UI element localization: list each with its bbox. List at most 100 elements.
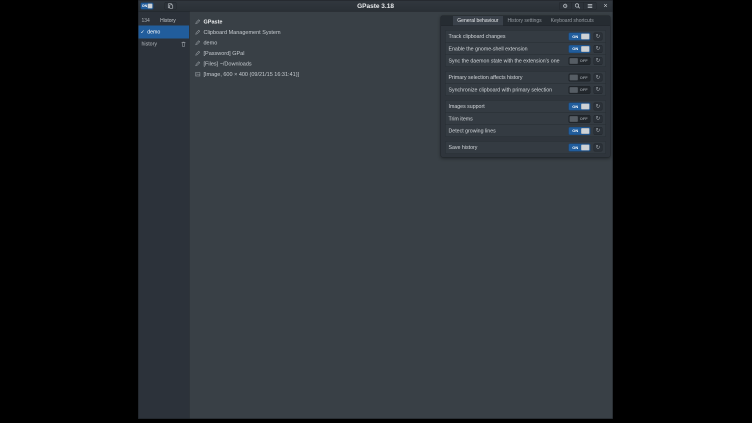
clipboard-item-text: demo — [204, 40, 218, 46]
settings-body: Track clipboard changes ON ↻ Enable the … — [441, 26, 610, 158]
tab-general-behaviour[interactable]: General behaviour — [453, 16, 503, 26]
toggle-switch[interactable]: ON — [569, 127, 591, 135]
history-item-count: 134 — [142, 18, 150, 24]
clipboard-item[interactable]: demo — [190, 38, 440, 49]
reset-button[interactable]: ↻ — [594, 115, 603, 123]
reset-button[interactable]: ↻ — [594, 57, 603, 65]
history-list-item-history[interactable]: history — [139, 39, 190, 50]
delete-history-button[interactable] — [181, 41, 186, 47]
edit-icon — [195, 61, 201, 67]
copy-paste-button[interactable] — [165, 2, 177, 10]
reset-icon: ↻ — [596, 46, 601, 52]
toggle-state-label: OFF — [578, 88, 590, 93]
setting-label: Enable the gnome-shell extension — [449, 46, 569, 52]
search-button[interactable] — [572, 2, 585, 10]
toggle-state-label: ON — [570, 145, 582, 150]
switch-handle — [581, 34, 590, 40]
toggle-state-label: OFF — [578, 117, 590, 122]
switch-handle — [570, 58, 579, 64]
reset-button[interactable]: ↻ — [594, 103, 603, 111]
header-left: ON — [141, 2, 177, 10]
setting-label: Synchronize clipboard with primary selec… — [449, 87, 569, 93]
trash-icon — [181, 41, 186, 47]
toggle-switch[interactable]: OFF — [569, 57, 591, 65]
clipboard-item[interactable]: [Image, 600 × 400 (09/21/15 16:31:41)] — [190, 69, 440, 80]
toggle-state-label: ON — [570, 104, 582, 109]
clipboard-item[interactable]: [Password] GPal — [190, 48, 440, 59]
setting-label: Detect growing lines — [449, 128, 569, 134]
switch-handle — [581, 128, 590, 134]
settings-row: Save history ON ↻ — [446, 142, 606, 154]
toggle-switch[interactable]: ON — [569, 45, 591, 53]
reset-icon: ↻ — [596, 104, 601, 110]
menu-button[interactable] — [584, 2, 597, 10]
settings-row: Trim items OFF ↻ — [446, 113, 606, 125]
clipboard-item[interactable]: [Files] ~/Downloads — [190, 59, 440, 70]
setting-label: Track clipboard changes — [449, 34, 569, 40]
toggle-switch[interactable]: ON — [569, 103, 591, 111]
reset-button[interactable]: ↻ — [594, 144, 603, 152]
toggle-state-label: ON — [570, 129, 582, 134]
tab-keyboard-shortcuts[interactable]: Keyboard shortcuts — [546, 16, 598, 26]
settings-row: Track clipboard changes ON ↻ — [446, 31, 606, 43]
toggle-switch[interactable]: OFF — [569, 115, 591, 123]
history-name: History — [150, 18, 186, 24]
reset-icon: ↻ — [596, 116, 601, 122]
history-name: demo — [147, 29, 187, 35]
history-list-item-default[interactable]: 134 History — [139, 16, 190, 26]
image-icon — [195, 72, 201, 78]
menu-icon — [587, 3, 593, 9]
clipboard-item-text: Clipboard Management System — [204, 29, 281, 35]
reset-icon: ↻ — [596, 58, 601, 64]
clipboard-item-text: [Password] GPal — [204, 50, 245, 56]
settings-row: Detect growing lines ON ↻ — [446, 125, 606, 137]
clipboard-item[interactable]: Clipboard Management System — [190, 27, 440, 38]
edit-icon — [195, 30, 201, 36]
toggle-switch[interactable]: ON — [569, 33, 591, 41]
toggle-switch[interactable]: OFF — [569, 74, 591, 82]
reset-button[interactable]: ↻ — [594, 127, 603, 135]
reset-icon: ↻ — [596, 87, 601, 93]
settings-button[interactable]: ⚙ — [559, 2, 572, 10]
settings-row: Synchronize clipboard with primary selec… — [446, 84, 606, 96]
toggle-switch[interactable]: OFF — [569, 86, 591, 94]
edit-icon — [195, 40, 201, 46]
setting-label: Save history — [449, 145, 569, 151]
settings-row: Primary selection affects history OFF ↻ — [446, 72, 606, 84]
switch-handle — [570, 87, 579, 93]
switch-handle — [581, 46, 590, 52]
toggle-state-label: ON — [570, 34, 582, 39]
window-title: GPaste 3.18 — [357, 1, 394, 12]
toggle-switch[interactable]: ON — [569, 144, 591, 152]
reset-button[interactable]: ↻ — [594, 74, 603, 82]
reset-icon: ↻ — [596, 34, 601, 40]
setting-label: Images support — [449, 104, 569, 110]
header-button-group: ⚙ — [559, 2, 597, 10]
clipboard-item[interactable]: GPaste — [190, 17, 440, 28]
setting-label: Primary selection affects history — [449, 75, 569, 81]
close-button[interactable]: × — [602, 2, 610, 11]
reset-icon: ↻ — [596, 145, 601, 151]
daemon-switch[interactable]: ON — [141, 3, 154, 10]
toggle-state-label: ON — [570, 47, 582, 52]
tab-history-settings[interactable]: History settings — [503, 16, 546, 26]
search-icon — [575, 3, 581, 9]
history-list-item-demo[interactable]: ✓ demo — [139, 26, 190, 39]
settings-row: Images support ON ↻ — [446, 101, 606, 113]
switch-handle — [581, 104, 590, 110]
reset-icon: ↻ — [596, 128, 601, 134]
switch-handle — [148, 4, 153, 9]
toggle-state-label: OFF — [578, 59, 590, 64]
settings-row: Sync the daemon state with the extension… — [446, 55, 606, 67]
settings-row: Enable the gnome-shell extension ON ↻ — [446, 43, 606, 55]
reset-icon: ↻ — [596, 75, 601, 81]
reset-button[interactable]: ↻ — [594, 33, 603, 41]
desktop: ON GPaste 3.18 ⚙ — [0, 0, 752, 423]
reset-button[interactable]: ↻ — [594, 45, 603, 53]
clipboard-item-text: GPaste — [204, 19, 223, 25]
reset-button[interactable]: ↻ — [594, 86, 603, 94]
settings-group-clipboard: Track clipboard changes ON ↻ Enable the … — [445, 30, 606, 67]
gpaste-window: ON GPaste 3.18 ⚙ — [138, 0, 613, 419]
settings-group-save: Save history ON ↻ — [445, 141, 606, 154]
clipboard-item-list: GPaste Clipboard Management System demo … — [190, 12, 440, 80]
